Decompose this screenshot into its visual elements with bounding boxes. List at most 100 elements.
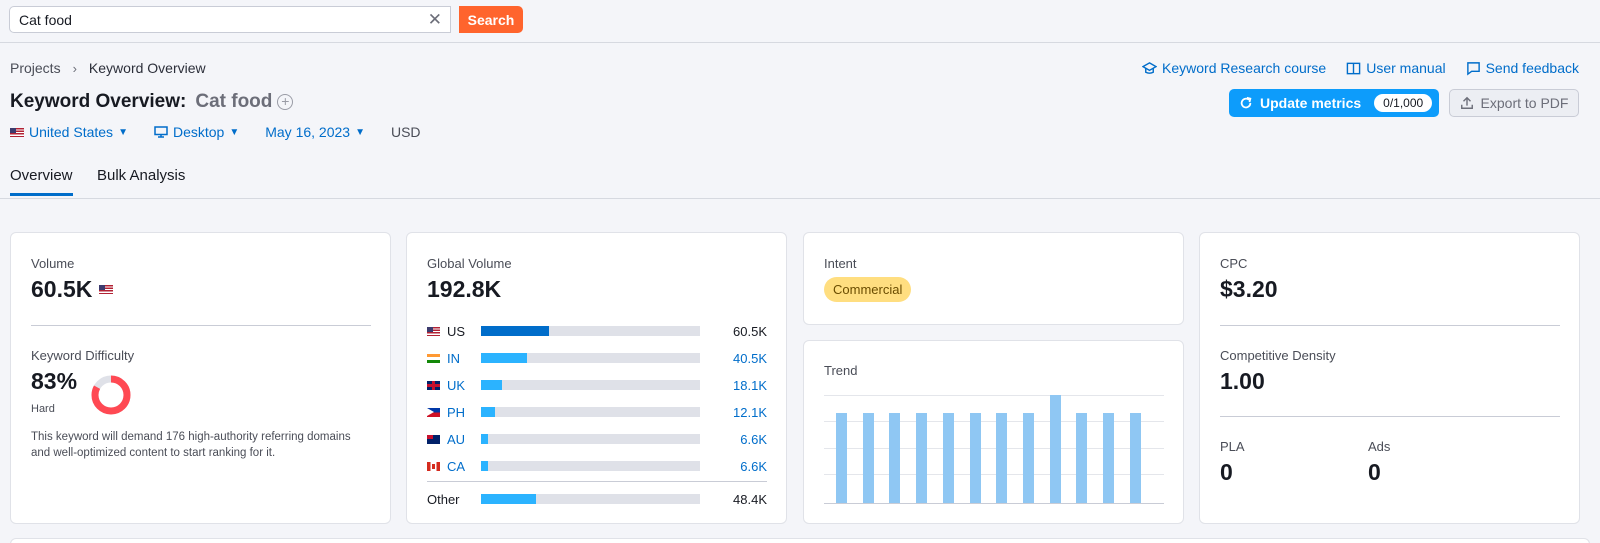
us-flag-icon [10, 127, 24, 137]
trend-bar [863, 413, 874, 503]
date-filter[interactable]: May 16, 2023 ▼ [265, 124, 365, 140]
country-code: AU [447, 431, 466, 447]
country-row-us: US 60.5K [427, 322, 767, 340]
canada-flag-icon [427, 461, 440, 471]
global-volume-value: 192.8K [427, 276, 502, 302]
graduation-cap-icon [1142, 61, 1158, 74]
trend-bar [1023, 413, 1034, 503]
us-flag-icon [427, 326, 440, 336]
volume-bar-ca [481, 461, 488, 471]
device-filter[interactable]: Desktop ▼ [154, 124, 239, 140]
trend-gridline [824, 395, 1164, 396]
page-title-prefix: Keyword Overview: [10, 91, 187, 112]
next-section-card [10, 538, 1590, 543]
country-row-other: Other 48.4K [427, 490, 767, 508]
competitive-density-label: Competitive Density [1220, 348, 1336, 363]
country-row-in[interactable]: IN 40.5K [427, 349, 767, 367]
keyword-difficulty-level: Hard [31, 403, 55, 415]
chevron-right-icon: › [72, 60, 77, 76]
update-metrics-button[interactable]: Update metrics 0/1,000 [1229, 89, 1439, 117]
difficulty-donut [91, 375, 131, 415]
upload-icon [1460, 96, 1473, 109]
page-title: Keyword Overview: Cat food + [10, 91, 294, 113]
tab-bulk-analysis[interactable]: Bulk Analysis [97, 167, 185, 193]
trend-bar [889, 413, 900, 503]
user-manual-link[interactable]: User manual [1346, 60, 1446, 76]
clear-icon[interactable]: ✕ [428, 10, 442, 29]
chevron-down-icon: ▼ [118, 126, 128, 138]
volume-bar-uk [481, 380, 502, 390]
breadcrumb: Projects › Keyword Overview [10, 60, 206, 76]
country-filter-label: United States [29, 124, 114, 140]
keyword-difficulty-label: Keyword Difficulty [31, 348, 135, 363]
divider [1220, 325, 1560, 326]
divider [1220, 416, 1560, 417]
australia-flag-icon [427, 434, 440, 444]
uk-flag-icon [427, 380, 440, 390]
currency-label: USD [391, 124, 421, 140]
send-feedback-link[interactable]: Send feedback [1466, 60, 1579, 76]
country-code: CA [447, 458, 466, 474]
export-pdf-button[interactable]: Export to PDF [1449, 89, 1579, 117]
country-value: 6.6K [740, 458, 767, 474]
breadcrumb-projects[interactable]: Projects [10, 60, 61, 76]
trend-bar [1050, 395, 1061, 503]
add-circle-icon[interactable]: + [277, 94, 294, 110]
country-value: 60.5K [733, 323, 767, 339]
other-label: Other [427, 491, 460, 507]
trend-baseline [824, 503, 1164, 504]
trend-card: Trend [803, 340, 1184, 524]
search-input[interactable] [10, 7, 410, 32]
volume-bar-au [481, 434, 488, 444]
chevron-down-icon: ▼ [229, 126, 240, 138]
country-row-au[interactable]: AU 6.6K [427, 430, 767, 448]
volume-bar-other [481, 494, 536, 504]
currency-value: USD [390, 124, 421, 140]
country-filter[interactable]: United States ▼ [10, 124, 128, 140]
country-value: 6.6K [740, 431, 767, 447]
country-value: 40.5K [733, 350, 767, 366]
search-input-wrapper: ✕ [9, 6, 451, 33]
keyword-research-course-link[interactable]: Keyword Research course [1142, 60, 1326, 76]
trend-bar [836, 413, 847, 503]
competitive-density-value: 1.00 [1220, 368, 1265, 394]
update-metrics-counter: 0/1,000 [1374, 94, 1433, 112]
country-code: IN [447, 350, 460, 366]
volume-bar-ph [481, 407, 495, 417]
breadcrumb-current: Keyword Overview [88, 60, 206, 76]
trend-bar [970, 413, 981, 503]
chevron-down-icon: ▼ [355, 126, 365, 138]
country-row-ca[interactable]: CA 6.6K [427, 457, 767, 475]
country-value: 18.1K [733, 377, 767, 393]
country-code: UK [447, 377, 466, 393]
trend-bar [943, 413, 954, 503]
volume-card: Volume 60.5K Keyword Difficulty 83% Hard… [10, 232, 391, 524]
volume-value: 60.5K [31, 276, 93, 302]
pla-label: PLA [1220, 439, 1245, 454]
keyword-difficulty-value: 83% [31, 368, 78, 394]
trend-bar [916, 413, 927, 503]
user-manual-label: User manual [1366, 60, 1446, 76]
keyword-research-course-label: Keyword Research course [1162, 60, 1327, 76]
volume-label: Volume [31, 256, 75, 271]
filters-bar: United States ▼ Desktop ▼ May 16, 2023 ▼… [10, 124, 447, 140]
search-button[interactable]: Search [459, 6, 523, 33]
volume-bar-us [481, 326, 549, 336]
page-title-keyword: Cat food [195, 91, 273, 112]
divider [31, 325, 371, 326]
country-row-ph[interactable]: PH 12.1K [427, 403, 767, 421]
cpc-label: CPC [1220, 256, 1248, 271]
philippines-flag-icon [427, 407, 440, 417]
pla-value: 0 [1220, 459, 1233, 485]
country-code: PH [447, 404, 466, 420]
country-row-uk[interactable]: UK 18.1K [427, 376, 767, 394]
ads-label: Ads [1368, 439, 1391, 454]
cpc-value: $3.20 [1220, 276, 1278, 302]
keyword-difficulty-description: This keyword will demand 176 high-author… [31, 431, 351, 459]
global-volume-label: Global Volume [427, 256, 512, 271]
country-value: 12.1K [733, 404, 767, 420]
tab-overview[interactable]: Overview [10, 167, 73, 196]
global-volume-card: Global Volume 192.8K US 60.5K IN 40.5K U… [406, 232, 787, 524]
us-flag-icon [99, 285, 114, 294]
india-flag-icon [427, 353, 440, 363]
